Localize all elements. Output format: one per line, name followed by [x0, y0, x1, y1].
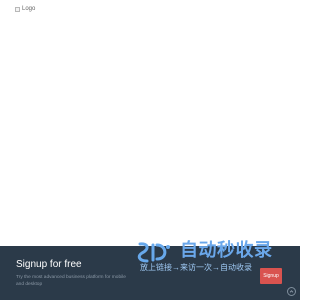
- watermark-main-text: 自动秒收录: [180, 240, 273, 260]
- broken-image-icon: [15, 6, 20, 12]
- signup-title: Signup for free: [16, 259, 82, 270]
- logo: Logo: [15, 6, 35, 12]
- chevron-up-icon: [289, 290, 294, 293]
- signup-button[interactable]: Signup: [260, 268, 282, 284]
- logo-alt-text: Logo: [22, 6, 36, 12]
- watermark-logo-icon: [137, 242, 170, 263]
- scroll-to-top-button[interactable]: [287, 287, 296, 296]
- signup-description: Try the most advanced business platform …: [16, 275, 126, 287]
- watermark-sub-text: 放上链接→来访一次→自动收录: [140, 263, 252, 272]
